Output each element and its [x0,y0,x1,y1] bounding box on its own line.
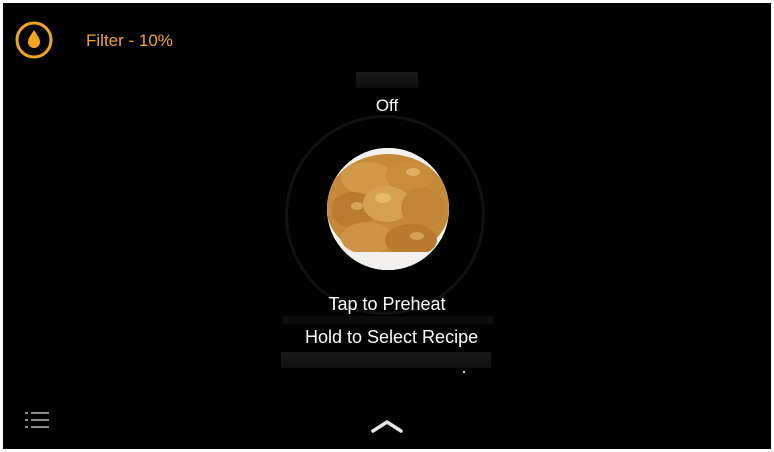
indicator-dot [463,371,465,373]
top-divider [356,72,418,88]
filter-status-label[interactable]: Filter - 10% [86,31,173,51]
list-menu-icon[interactable] [25,411,49,429]
tap-to-preheat-hint[interactable]: Tap to Preheat [3,294,771,315]
oven-state-label: Off [375,96,399,115]
oven-screen: Filter - 10% Off Tap to Preheat Hold to … [3,3,771,449]
mid-divider [283,316,493,324]
chevron-up-icon[interactable] [371,419,403,433]
recipe-image[interactable] [327,148,449,270]
bottom-divider [281,352,491,368]
droplet-icon[interactable] [14,20,54,60]
hold-to-select-recipe-hint[interactable]: Hold to Select Recipe [305,327,478,348]
